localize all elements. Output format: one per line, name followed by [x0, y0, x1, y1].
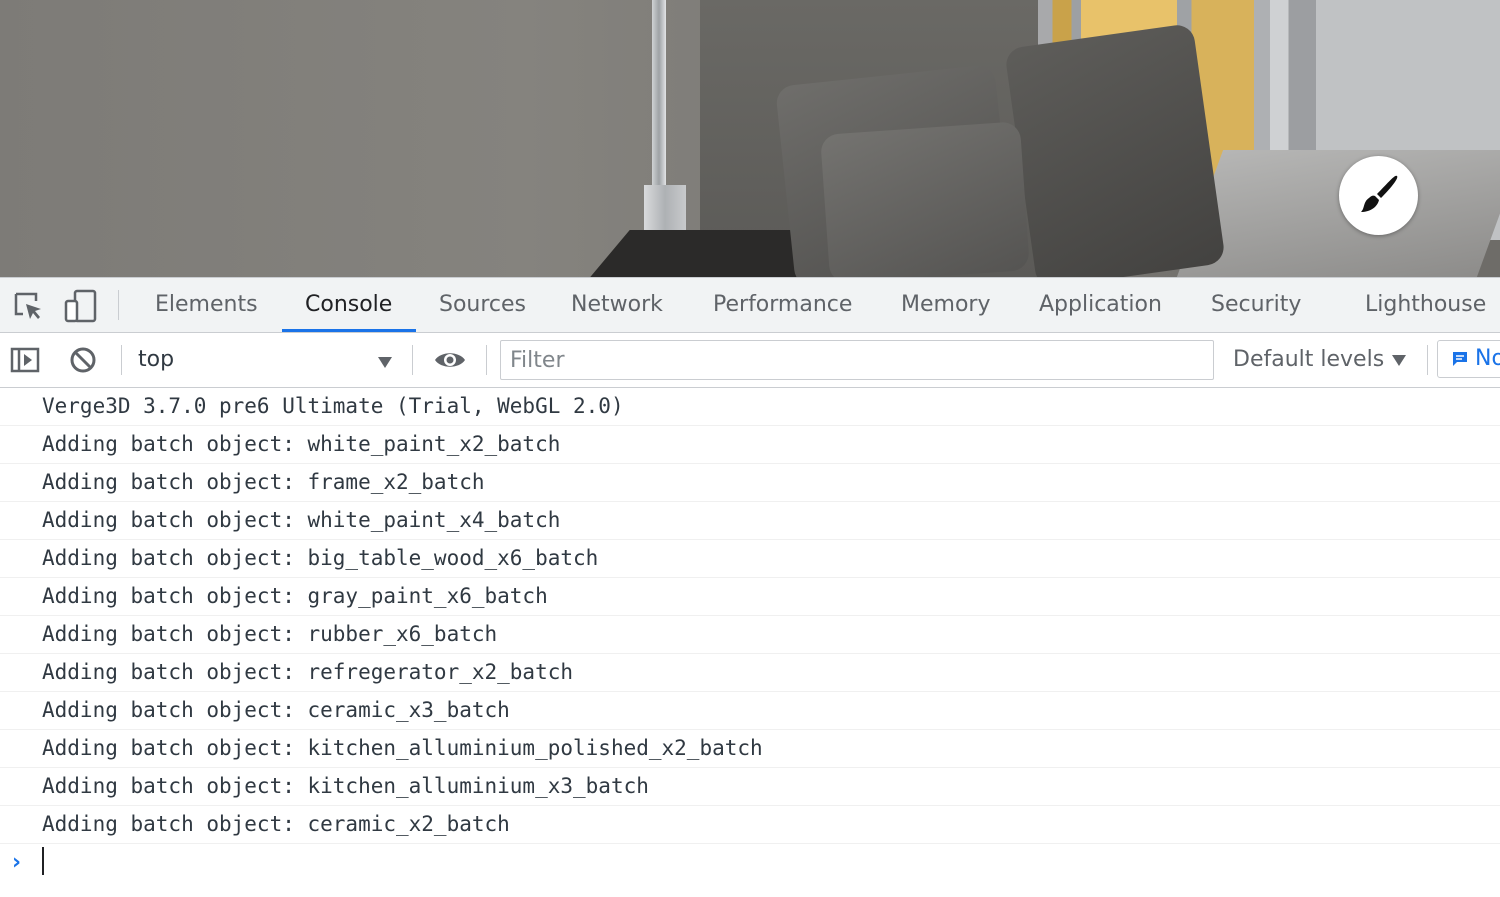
- device-toolbar-button[interactable]: [62, 288, 98, 324]
- context-selector[interactable]: top: [138, 342, 400, 378]
- console-prompt[interactable]: ›: [0, 844, 1500, 884]
- toolbar-divider: [118, 290, 119, 320]
- log-levels-dropdown[interactable]: Default levels: [1233, 342, 1407, 378]
- dropdown-arrow-icon: [378, 357, 392, 368]
- tab-network[interactable]: Network: [571, 278, 663, 332]
- console-message: Adding batch object: rubber_x6_batch: [0, 616, 1500, 654]
- toolbar-divider: [1427, 345, 1428, 375]
- tab-performance[interactable]: Performance: [713, 278, 852, 332]
- toolbar-divider: [412, 345, 413, 375]
- console-log: Verge3D 3.7.0 pre6 Ultimate (Trial, WebG…: [0, 388, 1500, 844]
- tab-application[interactable]: Application: [1039, 278, 1162, 332]
- active-tab-indicator: [282, 329, 416, 332]
- tab-security[interactable]: Security: [1211, 278, 1301, 332]
- dropdown-arrow-icon: [1392, 354, 1407, 366]
- context-value: top: [138, 347, 175, 372]
- scene-floor: [1176, 150, 1500, 277]
- console-message: Adding batch object: gray_paint_x6_batch: [0, 578, 1500, 616]
- log-levels-label: Default levels: [1233, 347, 1385, 372]
- device-toggle-icon: [64, 289, 97, 323]
- 3d-viewport[interactable]: [0, 0, 1500, 277]
- tab-memory[interactable]: Memory: [901, 278, 990, 332]
- text-caret: [42, 847, 44, 875]
- show-sidebar-button[interactable]: [7, 342, 43, 378]
- scene-chair: [1004, 22, 1226, 277]
- clear-console-button[interactable]: [65, 342, 101, 378]
- filter-input[interactable]: [500, 340, 1214, 380]
- issues-label: No: [1475, 346, 1500, 371]
- console-message: Verge3D 3.7.0 pre6 Ultimate (Trial, WebG…: [0, 388, 1500, 426]
- devtools-tabbar: Elements Console Sources Network Perform…: [0, 278, 1500, 333]
- sidebar-toggle-icon: [10, 347, 40, 373]
- tab-sources[interactable]: Sources: [439, 278, 526, 332]
- inspect-element-button[interactable]: [10, 288, 46, 324]
- console-message: Adding batch object: frame_x2_batch: [0, 464, 1500, 502]
- paint-brush-icon: [1360, 175, 1397, 212]
- scene-pole: [652, 0, 666, 190]
- clear-console-icon: [70, 347, 96, 373]
- tab-elements[interactable]: Elements: [155, 278, 258, 332]
- console-message: Adding batch object: ceramic_x3_batch: [0, 692, 1500, 730]
- scene-chair: [820, 121, 1030, 277]
- console-toolbar: top Default levels No: [0, 333, 1500, 388]
- inspect-element-icon: [14, 292, 41, 319]
- eye-icon: [435, 353, 465, 367]
- message-icon: [1453, 352, 1467, 366]
- toolbar-divider: [121, 345, 122, 375]
- tab-lighthouse[interactable]: Lighthouse: [1365, 278, 1486, 332]
- toolbar-divider: [486, 345, 487, 375]
- console-message: Adding batch object: refregerator_x2_bat…: [0, 654, 1500, 692]
- tab-console[interactable]: Console: [305, 278, 392, 332]
- console-message: Adding batch object: ceramic_x2_batch: [0, 806, 1500, 844]
- issues-button[interactable]: No: [1437, 340, 1500, 378]
- console-message: Adding batch object: kitchen_alluminium_…: [0, 768, 1500, 806]
- live-expression-button[interactable]: [432, 342, 468, 378]
- console-message: Adding batch object: white_paint_x2_batc…: [0, 426, 1500, 464]
- console-message: Adding batch object: big_table_wood_x6_b…: [0, 540, 1500, 578]
- prompt-chevron-icon: ›: [12, 850, 22, 875]
- console-message: Adding batch object: kitchen_alluminium_…: [0, 730, 1500, 768]
- devtools-panel: Elements Console Sources Network Perform…: [0, 277, 1500, 897]
- console-message: Adding batch object: white_paint_x4_batc…: [0, 502, 1500, 540]
- paint-button[interactable]: [1339, 156, 1418, 235]
